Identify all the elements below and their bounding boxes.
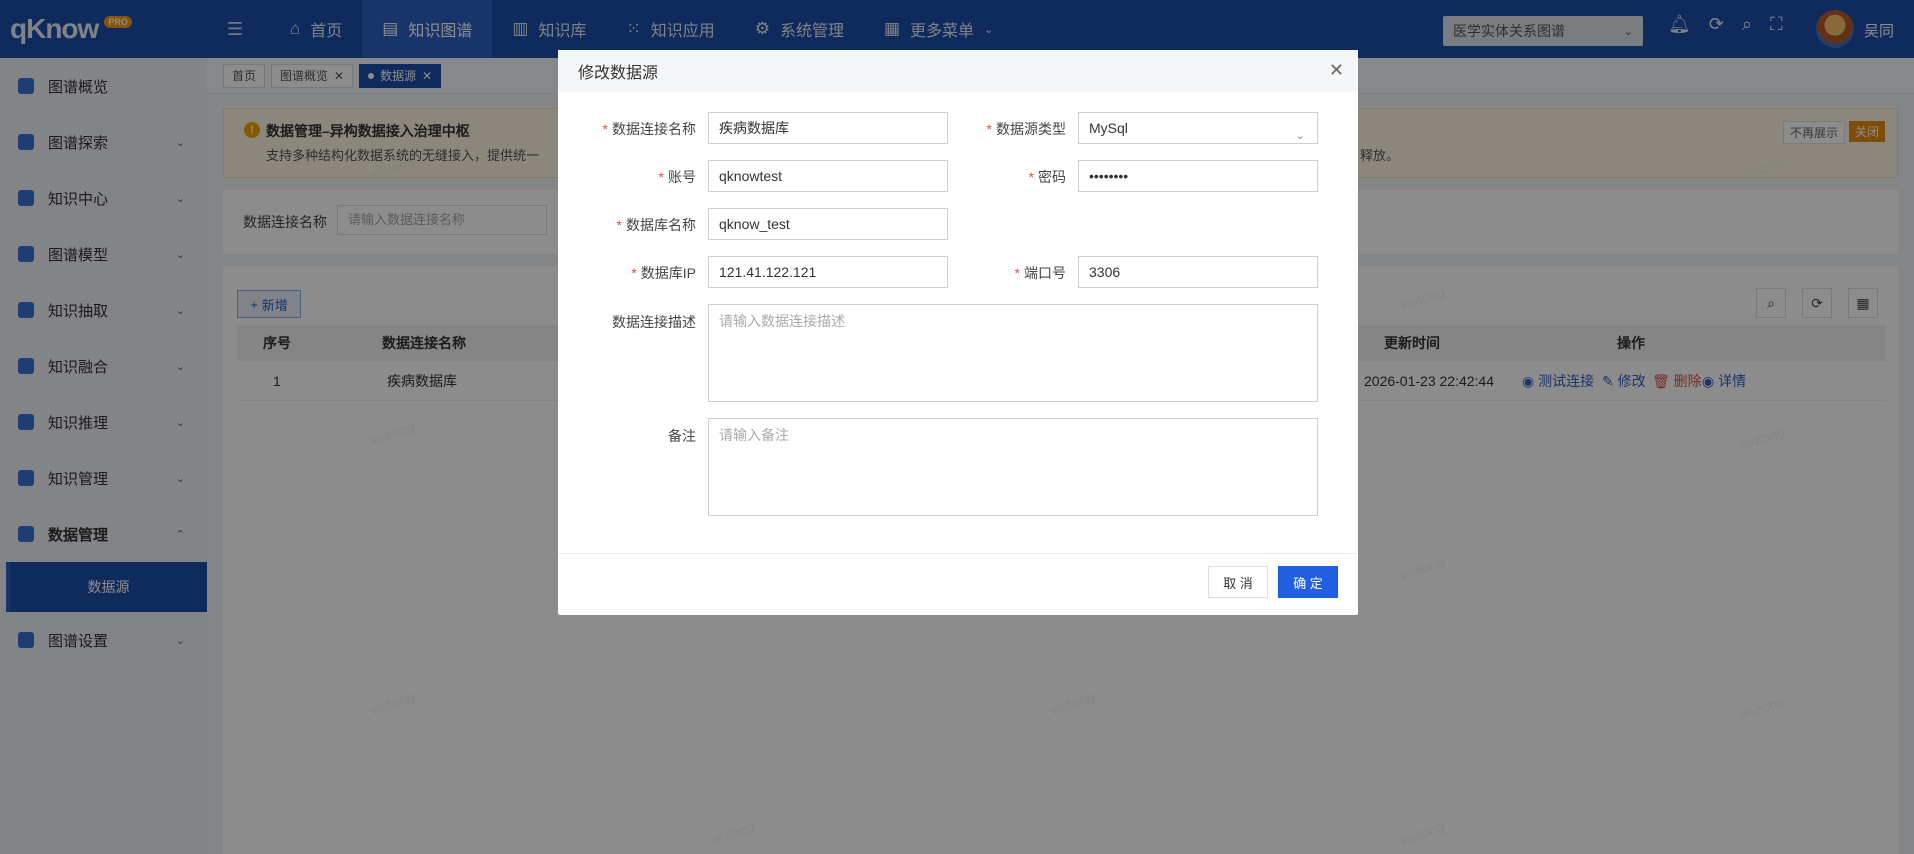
chevron-down-icon: ⌄	[1295, 130, 1305, 142]
db-type-label: * 数据源类型	[986, 121, 1066, 137]
watermark: wutong	[1738, 153, 1787, 183]
db-ip-label: * 数据库IP	[631, 265, 696, 281]
db-name-label: * 数据库名称	[616, 217, 696, 233]
conn-name-input[interactable]: 疾病数据库	[708, 112, 948, 144]
dialog-footer: 取 消 确 定	[558, 553, 1358, 615]
account-label: * 账号	[658, 169, 696, 185]
desc-textarea[interactable]: 请输入数据连接描述	[708, 304, 1318, 402]
db-name-input[interactable]: qknow_test	[708, 208, 948, 240]
watermark: wutong	[708, 818, 757, 848]
watermark: wutong	[1738, 423, 1787, 453]
account-input[interactable]: qknowtest	[708, 160, 948, 192]
remark-label: 备注	[668, 428, 696, 444]
db-type-select[interactable]: MySql ⌄	[1078, 112, 1318, 144]
dialog-title: 修改数据源	[578, 65, 659, 82]
watermark: wutong	[368, 688, 417, 718]
watermark: wutong	[368, 153, 417, 183]
db-ip-input[interactable]: 121.41.122.121	[708, 256, 948, 288]
confirm-button[interactable]: 确 定	[1278, 566, 1338, 598]
desc-label: 数据连接描述	[612, 314, 696, 330]
edit-datasource-dialog: 修改数据源 ✕ * 数据连接名称 疾病数据库 * 数据源类型 MySql ⌄ * 账号 …	[558, 50, 1358, 615]
password-input[interactable]: ••••••••	[1078, 160, 1318, 192]
port-label: * 端口号	[1014, 265, 1066, 281]
close-icon[interactable]: ✕	[1329, 60, 1344, 81]
watermark: wutong	[1398, 818, 1447, 848]
watermark: wutong	[368, 418, 417, 448]
watermark: wutong	[1398, 553, 1447, 583]
watermark: wutong	[1398, 283, 1447, 313]
port-input[interactable]: 3306	[1078, 256, 1318, 288]
remark-textarea[interactable]: 请输入备注	[708, 418, 1318, 516]
db-type-value: MySql	[1089, 120, 1128, 136]
watermark: wutong	[1738, 693, 1787, 723]
conn-name-label: * 数据连接名称	[602, 121, 696, 137]
watermark: wutong	[1048, 688, 1097, 718]
cancel-button[interactable]: 取 消	[1208, 566, 1268, 598]
password-label: * 密码	[1028, 169, 1066, 185]
dialog-header: 修改数据源 ✕	[558, 50, 1358, 92]
